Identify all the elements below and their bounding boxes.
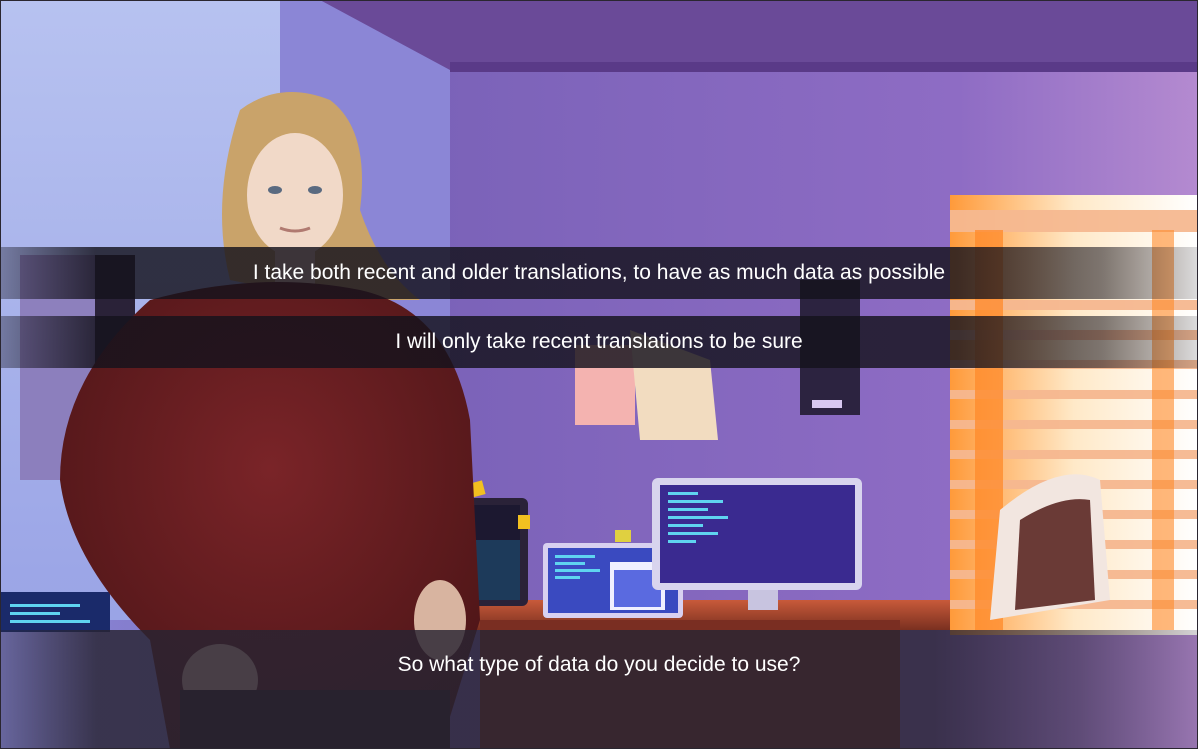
choice-option-2-label: I will only take recent translations to … xyxy=(395,330,803,353)
choice-option-1-label: I take both recent and older translation… xyxy=(252,261,946,284)
game-scene: I take both recent and older translation… xyxy=(0,0,1198,749)
dialogue-prompt: So what type of data do you decide to us… xyxy=(397,653,801,676)
choice-option-1[interactable]: I take both recent and older translation… xyxy=(0,247,1198,299)
choice-option-2[interactable]: I will only take recent translations to … xyxy=(0,316,1198,368)
dialogue-box[interactable] xyxy=(0,630,1198,749)
